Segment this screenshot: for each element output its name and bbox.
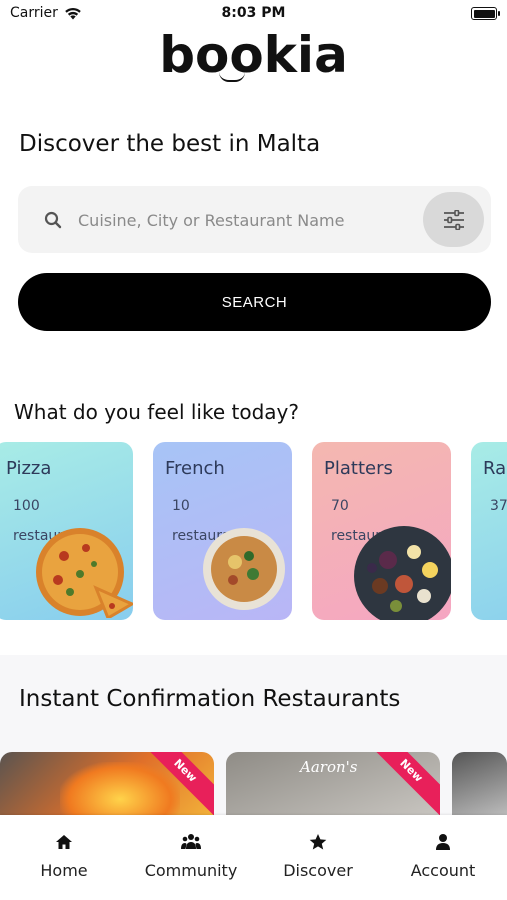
fire-image — [60, 762, 180, 815]
category-card-platters[interactable]: Platters 70 restaurants — [312, 442, 451, 620]
instant-section-title: Instant Confirmation Restaurants — [19, 686, 401, 712]
community-icon — [181, 834, 201, 849]
restaurant-card[interactable] — [452, 752, 507, 815]
category-name: Pizza — [6, 458, 52, 479]
star-icon — [309, 834, 327, 850]
category-card-pizza[interactable]: Pizza 100 restaurants — [0, 442, 133, 620]
home-icon — [56, 835, 72, 849]
tab-label: Community — [144, 861, 238, 880]
new-badge: New — [364, 752, 440, 815]
platter-image — [354, 526, 451, 620]
restaurant-name: Aaron's — [300, 758, 358, 776]
restaurant-card[interactable]: Aaron's New — [226, 752, 440, 815]
search-icon — [44, 211, 62, 229]
french-dish-image — [203, 528, 285, 610]
filter-button[interactable] — [423, 192, 484, 247]
tab-home[interactable]: Home — [1, 815, 127, 900]
person-icon — [436, 834, 450, 850]
status-time: 8:03 PM — [221, 5, 286, 21]
category-count: 37 — [490, 498, 507, 514]
battery-icon — [471, 7, 500, 20]
tab-community[interactable]: Community — [128, 815, 254, 900]
tab-label: Discover — [283, 861, 353, 880]
tab-account[interactable]: Account — [380, 815, 506, 900]
page-headline: Discover the best in Malta — [19, 131, 321, 157]
search-button[interactable]: SEARCH — [18, 273, 491, 331]
category-carousel[interactable]: Pizza 100 restaurants French 10 restaura… — [0, 442, 507, 620]
category-name: Platters — [324, 458, 393, 479]
restaurant-card[interactable]: New — [0, 752, 214, 815]
category-name: French — [165, 458, 225, 479]
category-card-partial[interactable]: Ra 37 — [471, 442, 507, 620]
status-bar: Carrier 8:03 PM — [0, 0, 507, 28]
app-logo: bookia — [159, 26, 348, 84]
tab-label: Account — [410, 861, 476, 880]
tab-discover[interactable]: Discover — [255, 815, 381, 900]
bottom-tab-bar: Home Community Discover Account — [0, 815, 507, 900]
pizza-image — [36, 528, 133, 618]
tab-label: Home — [40, 861, 88, 880]
search-bar — [18, 186, 491, 253]
category-card-french[interactable]: French 10 restaurants — [153, 442, 292, 620]
category-name: Ra — [483, 458, 507, 479]
search-input[interactable] — [78, 206, 418, 234]
categories-title: What do you feel like today? — [14, 400, 299, 424]
sliders-icon — [443, 209, 464, 230]
